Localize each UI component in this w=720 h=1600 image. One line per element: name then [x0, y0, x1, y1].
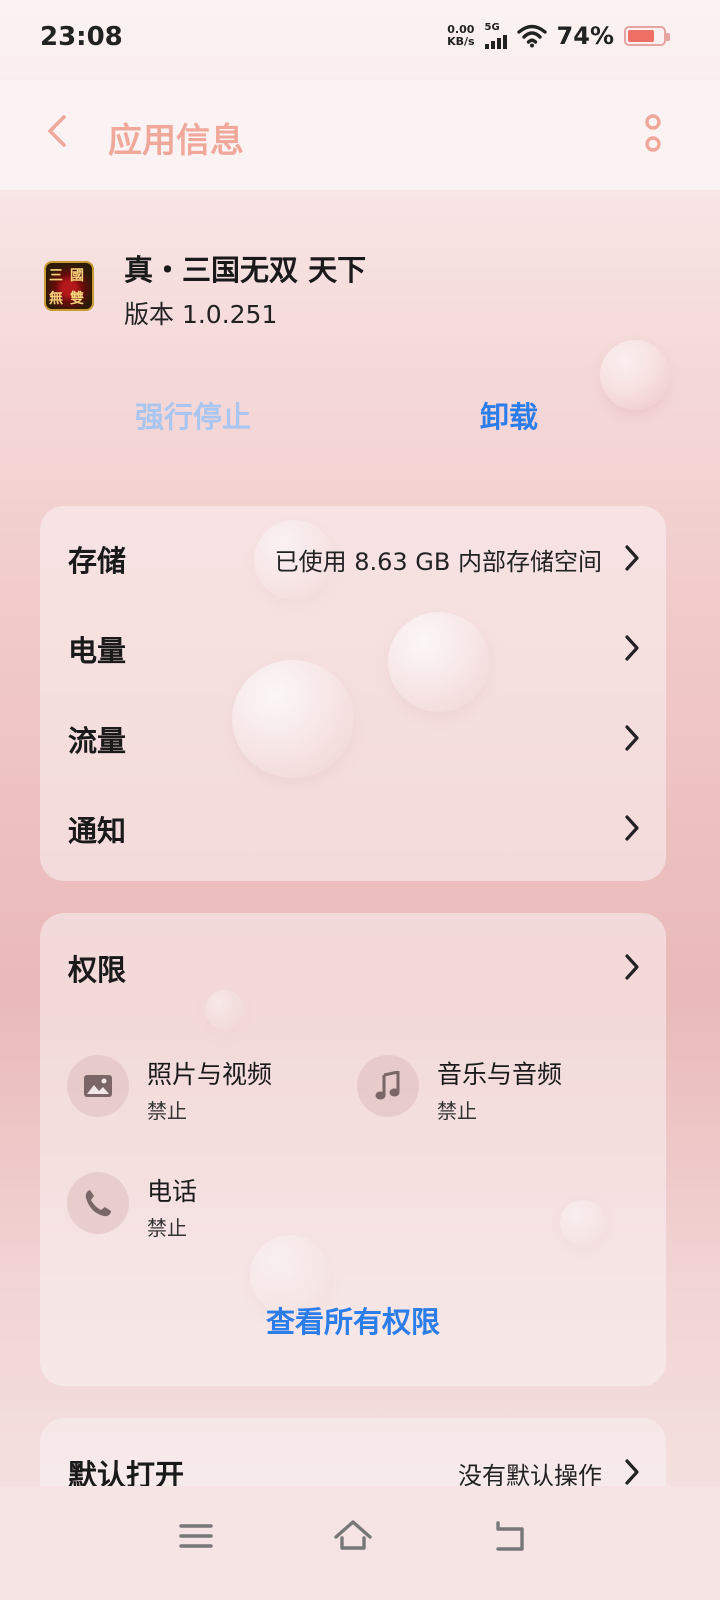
- view-all-permissions-button[interactable]: 查看所有权限: [40, 1298, 666, 1342]
- system-navigation-bar: [0, 1486, 720, 1600]
- permission-name: 电话: [147, 1177, 198, 1206]
- permissions-card: 权限 照片与视频 禁止 音乐与音频 禁止 电话 禁止 查看所有权限: [40, 913, 666, 1386]
- cellular-signal-icon: 5G: [484, 23, 507, 49]
- chevron-right-icon: [625, 954, 639, 980]
- permissions-header-row[interactable]: 权限: [40, 923, 666, 1013]
- permission-name: 照片与视频: [147, 1060, 273, 1089]
- row-label: 电量: [68, 634, 127, 668]
- wifi-icon: [516, 24, 547, 48]
- permission-status: 禁止: [147, 1216, 187, 1240]
- app-name: 真・三国无双 天下: [124, 253, 367, 287]
- permission-status: 禁止: [437, 1099, 477, 1123]
- row-value: 已使用 8.63 GB 内部存储空间: [274, 548, 602, 576]
- settings-row-storage[interactable]: 存储 已使用 8.63 GB 内部存储空间: [40, 514, 666, 604]
- status-time: 23:08: [40, 22, 123, 52]
- battery-percent: 74%: [556, 22, 614, 50]
- status-bar: 23:08 0.00 KB/s 5G 74%: [0, 0, 720, 80]
- phone-icon: [67, 1172, 129, 1234]
- app-bar: 应用信息: [0, 80, 720, 190]
- network-speed: 0.00 KB/s: [447, 23, 475, 48]
- permission-phone[interactable]: 电话 禁止: [67, 1172, 347, 1252]
- music-note-icon: [357, 1055, 419, 1117]
- status-indicators: 0.00 KB/s 5G 74%: [447, 22, 670, 50]
- row-label: 流量: [68, 724, 127, 758]
- chevron-right-icon: [625, 545, 639, 571]
- row-label: 存储: [68, 544, 127, 578]
- page-title: 应用信息: [108, 121, 244, 161]
- permission-status: 禁止: [147, 1099, 187, 1123]
- more-vertical-icon[interactable]: [642, 114, 664, 158]
- image-icon: [67, 1055, 129, 1117]
- battery-icon: [624, 26, 670, 46]
- app-actions: 强行停止 卸载: [0, 390, 720, 450]
- app-version: 版本 1.0.251: [124, 300, 278, 329]
- menu-icon[interactable]: [176, 1516, 216, 1556]
- home-icon[interactable]: [333, 1516, 373, 1556]
- back-icon[interactable]: [490, 1516, 530, 1556]
- row-label: 通知: [68, 814, 127, 848]
- chevron-left-icon[interactable]: [40, 113, 76, 149]
- app-icon: 三 國 無 雙: [44, 261, 94, 311]
- settings-row-battery[interactable]: 电量: [40, 604, 666, 694]
- settings-row-data-usage[interactable]: 流量: [40, 694, 666, 784]
- uninstall-button[interactable]: 卸载: [480, 394, 538, 436]
- permissions-title: 权限: [68, 953, 127, 987]
- chevron-right-icon: [625, 725, 639, 751]
- chevron-right-icon: [625, 815, 639, 841]
- permission-music-audio[interactable]: 音乐与音频 禁止: [357, 1055, 637, 1135]
- app-summary: 三 國 無 雙 真・三国无双 天下 版本 1.0.251: [44, 245, 684, 335]
- settings-card: 存储 已使用 8.63 GB 内部存储空间 电量 流量 通知: [40, 506, 666, 881]
- settings-row-notifications[interactable]: 通知: [40, 784, 666, 874]
- permission-name: 音乐与音频: [437, 1060, 563, 1089]
- chevron-right-icon: [625, 1459, 639, 1485]
- force-stop-button[interactable]: 强行停止: [135, 394, 251, 436]
- chevron-right-icon: [625, 635, 639, 661]
- permission-photos-videos[interactable]: 照片与视频 禁止: [67, 1055, 347, 1135]
